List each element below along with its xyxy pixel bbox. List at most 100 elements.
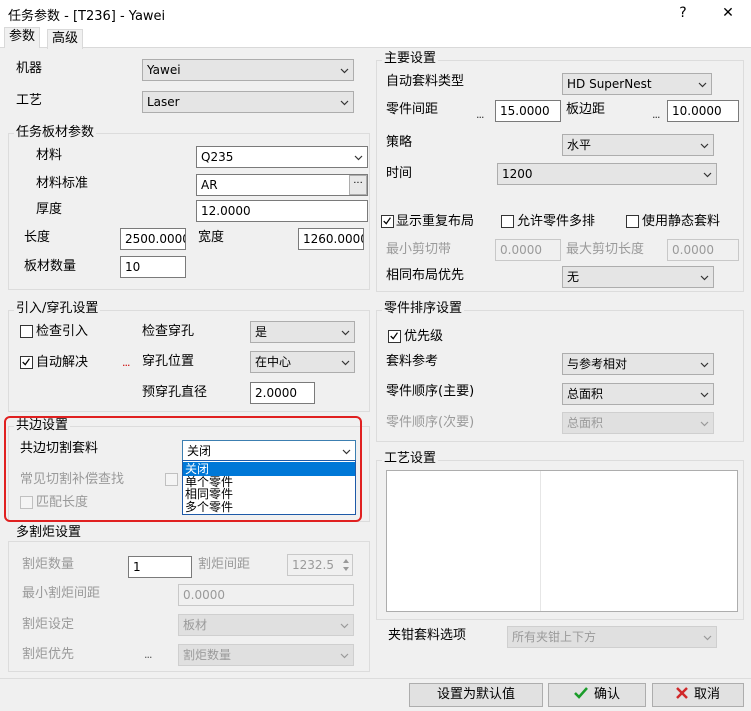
ok-button[interactable]: 确认 bbox=[548, 683, 646, 707]
set-default-button[interactable]: 设置为默认值 bbox=[409, 683, 543, 707]
help-button[interactable]: ? bbox=[660, 0, 706, 26]
torch-count-value: 1 bbox=[133, 560, 141, 574]
prepierce-value: 2.0000 bbox=[255, 386, 297, 400]
part-gap-more-button[interactable]: ... bbox=[476, 108, 484, 121]
thickness-label: 厚度 bbox=[36, 202, 63, 217]
window-title: 任务参数 - [T236] - Yawei bbox=[8, 9, 166, 24]
min-strip-field[interactable]: 0.0000 bbox=[495, 239, 561, 261]
max-cut-value: 0.0000 bbox=[672, 243, 714, 257]
width-label: 宽度 bbox=[198, 230, 225, 245]
chevron-down-icon bbox=[340, 100, 349, 106]
close-icon bbox=[676, 687, 688, 699]
torch-priority-select[interactable]: 割炬数量 bbox=[178, 644, 354, 666]
use-static-checkbox[interactable] bbox=[626, 215, 639, 228]
chevron-down-icon bbox=[700, 392, 709, 398]
material-select[interactable]: Q235 bbox=[196, 146, 368, 168]
chevron-down-icon bbox=[700, 143, 709, 149]
chevron-down-icon bbox=[703, 172, 712, 178]
thickness-field[interactable]: 12.0000 bbox=[196, 200, 368, 222]
order-main-value: 总面积 bbox=[567, 387, 604, 401]
plate-margin-value: 10.0000 bbox=[672, 104, 722, 118]
material-std-browse-button[interactable]: ··· bbox=[349, 175, 367, 195]
nest-ref-select[interactable]: 与参考相对 bbox=[562, 353, 714, 375]
machine-select[interactable]: Yawei bbox=[142, 59, 354, 81]
strategy-select[interactable]: 水平 bbox=[562, 134, 714, 156]
material-label: 材料 bbox=[36, 148, 63, 163]
torch-spacing-spinner[interactable]: 1232.5 bbox=[287, 554, 353, 576]
material-std-field[interactable]: AR bbox=[196, 174, 368, 196]
checkmark-icon bbox=[22, 358, 30, 366]
prepierce-label: 预穿孔直径 bbox=[142, 385, 208, 400]
chevron-down-icon bbox=[700, 362, 709, 368]
min-torch-spacing-value: 0.0000 bbox=[183, 588, 225, 602]
prepierce-field[interactable]: 2.0000 bbox=[250, 382, 315, 404]
torch-count-label: 割炬数量 bbox=[22, 557, 75, 572]
length-value: 2500.0000 bbox=[125, 232, 186, 246]
show-repeat-checkbox[interactable] bbox=[381, 215, 394, 228]
thickness-value: 12.0000 bbox=[201, 204, 251, 218]
torch-count-field[interactable]: 1 bbox=[128, 556, 192, 578]
auto-resolve-label: 自动解决 bbox=[36, 355, 89, 370]
chevron-down-icon bbox=[340, 68, 349, 74]
strategy-value: 水平 bbox=[567, 138, 592, 152]
order-sec-label: 零件顺序(次要) bbox=[386, 415, 475, 430]
auto-resolve-checkbox[interactable] bbox=[20, 356, 33, 369]
torch-setting-select[interactable]: 板材 bbox=[178, 614, 354, 636]
sheet-count-label: 板材数量 bbox=[24, 259, 77, 274]
length-field[interactable]: 2500.0000 bbox=[120, 228, 186, 250]
bottom-divider bbox=[0, 678, 751, 679]
clamp-select[interactable]: 所有夹钳上下方 bbox=[507, 626, 717, 648]
auto-resolve-more-button[interactable]: ... bbox=[122, 356, 130, 369]
tab-advanced[interactable]: 高级 bbox=[47, 29, 84, 49]
machine-label: 机器 bbox=[16, 61, 43, 76]
order-main-label: 零件顺序(主要) bbox=[386, 384, 475, 399]
process-select[interactable]: Laser bbox=[142, 91, 354, 113]
process-settings-list[interactable] bbox=[386, 470, 738, 612]
material-std-value: AR bbox=[201, 178, 218, 192]
order-main-select[interactable]: 总面积 bbox=[562, 383, 714, 405]
close-button[interactable]: ✕ bbox=[705, 0, 751, 26]
multi-torch-title: 多割炬设置 bbox=[14, 525, 84, 541]
min-torch-spacing-field[interactable]: 0.0000 bbox=[178, 584, 354, 606]
order-sec-select[interactable]: 总面积 bbox=[562, 412, 714, 434]
sheet-params-title: 任务板材参数 bbox=[14, 125, 97, 141]
check-leadin-checkbox[interactable] bbox=[20, 325, 33, 338]
pierce-pos-value: 在中心 bbox=[255, 355, 292, 369]
torch-priority-label: 割炬优先 bbox=[22, 647, 75, 662]
check-pierce-select[interactable]: 是 bbox=[250, 321, 355, 343]
sheet-count-field[interactable]: 10 bbox=[120, 256, 186, 278]
part-gap-field[interactable]: 15.0000 bbox=[495, 100, 561, 122]
material-value: Q235 bbox=[201, 150, 234, 164]
clamp-label: 夹钳套料选项 bbox=[388, 628, 467, 643]
auto-nest-type-select[interactable]: HD SuperNest bbox=[562, 73, 712, 95]
max-cut-field[interactable]: 0.0000 bbox=[667, 239, 739, 261]
process-settings-title: 工艺设置 bbox=[382, 451, 439, 467]
check-pierce-value: 是 bbox=[255, 325, 268, 339]
same-layout-label: 相同布局优先 bbox=[386, 268, 465, 283]
torch-priority-more-button[interactable]: ... bbox=[144, 648, 152, 661]
chevron-down-icon bbox=[700, 275, 709, 281]
plate-margin-more-button[interactable]: ... bbox=[652, 108, 660, 121]
same-layout-select[interactable]: 无 bbox=[562, 266, 714, 288]
nest-ref-value: 与参考相对 bbox=[567, 357, 628, 371]
tab-params[interactable]: 参数 bbox=[4, 27, 41, 48]
torch-priority-value: 割炬数量 bbox=[183, 648, 232, 662]
pierce-pos-label: 穿孔位置 bbox=[142, 354, 195, 369]
priority-label: 优先级 bbox=[404, 329, 444, 344]
length-label: 长度 bbox=[24, 230, 51, 245]
width-field[interactable]: 1260.0000 bbox=[298, 228, 364, 250]
allow-multi-checkbox[interactable] bbox=[501, 215, 514, 228]
process-label: 工艺 bbox=[16, 93, 43, 108]
spinner-arrows-icon[interactable] bbox=[342, 557, 350, 573]
chevron-down-icon bbox=[340, 653, 349, 659]
time-select[interactable]: 1200 bbox=[497, 163, 717, 185]
cancel-button[interactable]: 取消 bbox=[652, 683, 744, 707]
min-torch-spacing-label: 最小割炬间距 bbox=[22, 586, 101, 601]
pierce-pos-select[interactable]: 在中心 bbox=[250, 351, 355, 373]
cancel-label: 取消 bbox=[693, 687, 720, 702]
show-repeat-label: 显示重复布局 bbox=[396, 214, 475, 229]
time-label: 时间 bbox=[386, 166, 413, 181]
priority-checkbox[interactable] bbox=[388, 330, 401, 343]
min-strip-label: 最小剪切带 bbox=[386, 242, 452, 257]
plate-margin-field[interactable]: 10.0000 bbox=[667, 100, 739, 122]
